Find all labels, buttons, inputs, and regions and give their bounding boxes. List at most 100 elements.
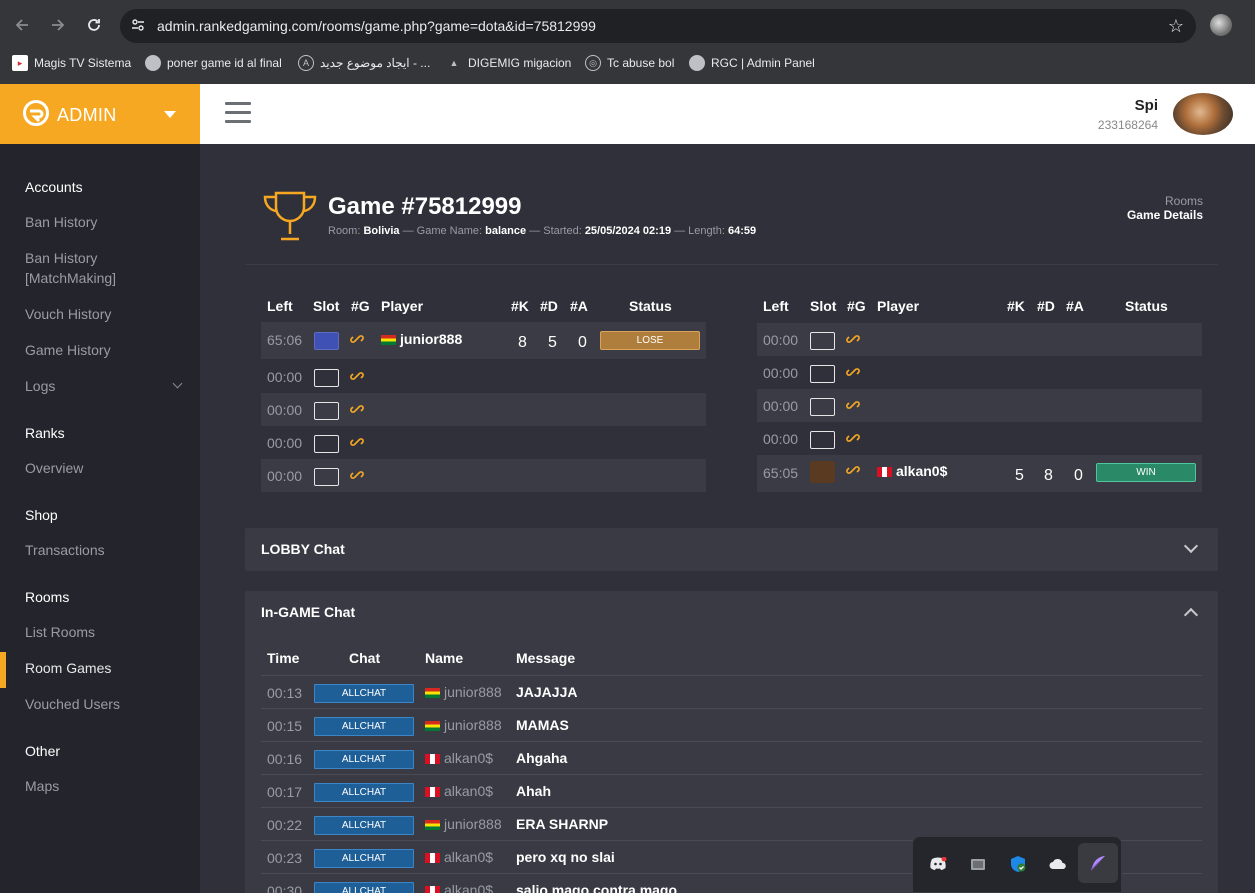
link-icon[interactable] <box>846 365 860 384</box>
length-value: 64:59 <box>727 225 757 237</box>
link-icon[interactable] <box>846 398 860 417</box>
bookmark-rgc[interactable]: RGC | Admin Panel <box>689 50 815 76</box>
left-time: 00:00 <box>267 402 303 418</box>
globe-icon <box>689 55 705 71</box>
link-icon[interactable] <box>846 463 860 482</box>
sidebar-item-transactions[interactable]: Transactions <box>25 540 105 560</box>
left-time: 65:05 <box>763 465 799 481</box>
folder-icon[interactable] <box>965 851 991 877</box>
ingame-chat-title[interactable]: In-GAME Chat <box>261 604 355 620</box>
lobby-chat-panel[interactable]: LOBBY Chat <box>245 528 1218 571</box>
cloud-icon[interactable] <box>1045 851 1071 877</box>
chat-player[interactable]: alkan0$ <box>425 750 493 766</box>
sidebar-item-vouch-history[interactable]: Vouch History <box>25 304 111 324</box>
table-row: 00:00 <box>261 459 706 492</box>
bookmark-label: Tc abuse bol <box>607 56 675 70</box>
chat-message: Ahgaha <box>516 750 568 766</box>
chat-player[interactable]: alkan0$ <box>425 783 493 799</box>
chat-player-label: junior888 <box>444 684 502 700</box>
length-label: — Length: <box>674 225 725 237</box>
reload-icon[interactable] <box>83 14 105 36</box>
back-icon[interactable] <box>11 14 33 36</box>
bookmark-star-icon[interactable]: ☆ <box>1168 16 1184 37</box>
left-time: 65:06 <box>267 332 303 348</box>
chevron-down-icon[interactable] <box>172 378 183 389</box>
sidebar-item-ban-history[interactable]: Ban History <box>25 212 97 232</box>
chat-time: 00:30 <box>267 883 303 893</box>
chat-channel-badge: ALLCHAT <box>314 717 414 736</box>
link-icon[interactable] <box>350 369 364 388</box>
chat-message: Ahah <box>516 783 551 799</box>
discord-icon[interactable] <box>925 851 951 877</box>
brand-dropdown[interactable]: ADMIN <box>0 84 200 144</box>
link-icon[interactable] <box>350 435 364 454</box>
chat-channel-badge: ALLCHAT <box>314 816 414 835</box>
kills: 8 <box>518 334 527 351</box>
bookmark-digemig[interactable]: ▲ DIGEMIG migacion <box>446 50 572 76</box>
chat-player[interactable]: alkan0$ <box>425 882 493 893</box>
sidebar-item-room-games[interactable]: Room Games <box>25 658 111 678</box>
chat-player[interactable]: alkan0$ <box>425 849 493 865</box>
forward-icon[interactable] <box>47 14 69 36</box>
started-value: 25/05/2024 02:19 <box>584 225 672 237</box>
col-slot: Slot <box>810 298 837 314</box>
chat-message: MAMAS <box>516 717 569 733</box>
sidebar-item-maps[interactable]: Maps <box>25 776 59 796</box>
breadcrumb-rooms[interactable]: Rooms <box>1165 194 1203 208</box>
col-slot: Slot <box>313 298 340 314</box>
address-bar[interactable]: admin.rankedgaming.com/rooms/game.php?ga… <box>120 9 1196 43</box>
chevron-up-icon[interactable] <box>1183 607 1199 623</box>
tc-icon: ◎ <box>585 55 601 71</box>
sidebar-item-list-rooms[interactable]: List Rooms <box>25 622 95 642</box>
user-avatar[interactable] <box>1173 93 1233 135</box>
bookmark-magis[interactable]: ▸ Magis TV Sistema <box>12 50 131 76</box>
shield-icon[interactable] <box>1005 851 1031 877</box>
chat-player-label: junior888 <box>444 816 502 832</box>
sidebar-item-vouched-users[interactable]: Vouched Users <box>25 694 120 714</box>
player-name[interactable]: junior888 <box>381 331 462 347</box>
url-text[interactable]: admin.rankedgaming.com/rooms/game.php?ga… <box>157 18 596 34</box>
chat-message: JAJAJJA <box>516 684 578 700</box>
feather-icon[interactable] <box>1078 843 1118 883</box>
col-left: Left <box>763 298 789 314</box>
player-label: alkan0$ <box>896 463 948 479</box>
chat-player[interactable]: junior888 <box>425 816 502 832</box>
slot-empty <box>314 402 339 420</box>
link-icon[interactable] <box>846 332 860 351</box>
table-row: 00:00 <box>261 360 706 393</box>
profile-avatar[interactable] <box>1210 14 1232 36</box>
col-name: Name <box>425 650 464 666</box>
chat-channel-badge: ALLCHAT <box>314 684 414 703</box>
sidebar-item-logs[interactable]: Logs <box>25 376 55 396</box>
digemig-icon: ▲ <box>449 58 459 68</box>
bookmark-forum[interactable]: A ايجاد موضوع جديد - ... <box>298 50 430 76</box>
table-row: 00:00 <box>757 422 1202 455</box>
user-name[interactable]: Spi <box>1135 97 1158 114</box>
flag-peru-icon <box>425 787 440 797</box>
link-icon[interactable] <box>350 332 364 351</box>
col-message: Message <box>516 650 576 666</box>
sidebar-item-overview[interactable]: Overview <box>25 458 83 478</box>
slot-empty <box>314 435 339 453</box>
site-settings-icon[interactable] <box>130 17 146 38</box>
table-row: 00:00 <box>261 393 706 426</box>
player-name[interactable]: alkan0$ <box>877 463 947 479</box>
link-icon[interactable] <box>350 468 364 487</box>
col-status: Status <box>629 298 672 314</box>
sidebar-item-ban-history-mm[interactable]: Ban History [MatchMaking] <box>25 248 135 288</box>
link-icon[interactable] <box>350 402 364 421</box>
left-time: 00:00 <box>763 398 799 414</box>
chat-channel-badge: ALLCHAT <box>314 783 414 802</box>
sidebar-item-game-history[interactable]: Game History <box>25 340 111 360</box>
chat-player[interactable]: junior888 <box>425 717 502 733</box>
chevron-down-icon[interactable] <box>1183 538 1199 554</box>
left-time: 00:00 <box>763 365 799 381</box>
flag-bolivia-icon <box>425 688 440 698</box>
chat-message: salio mago contra mago <box>516 882 678 893</box>
link-icon[interactable] <box>846 431 860 450</box>
bookmark-poner[interactable]: poner game id al final <box>145 50 282 76</box>
bookmark-tc[interactable]: ◎ Tc abuse bol <box>585 50 674 76</box>
flag-bolivia-icon <box>381 335 396 345</box>
menu-toggle-icon[interactable] <box>225 102 251 124</box>
chat-player[interactable]: junior888 <box>425 684 502 700</box>
